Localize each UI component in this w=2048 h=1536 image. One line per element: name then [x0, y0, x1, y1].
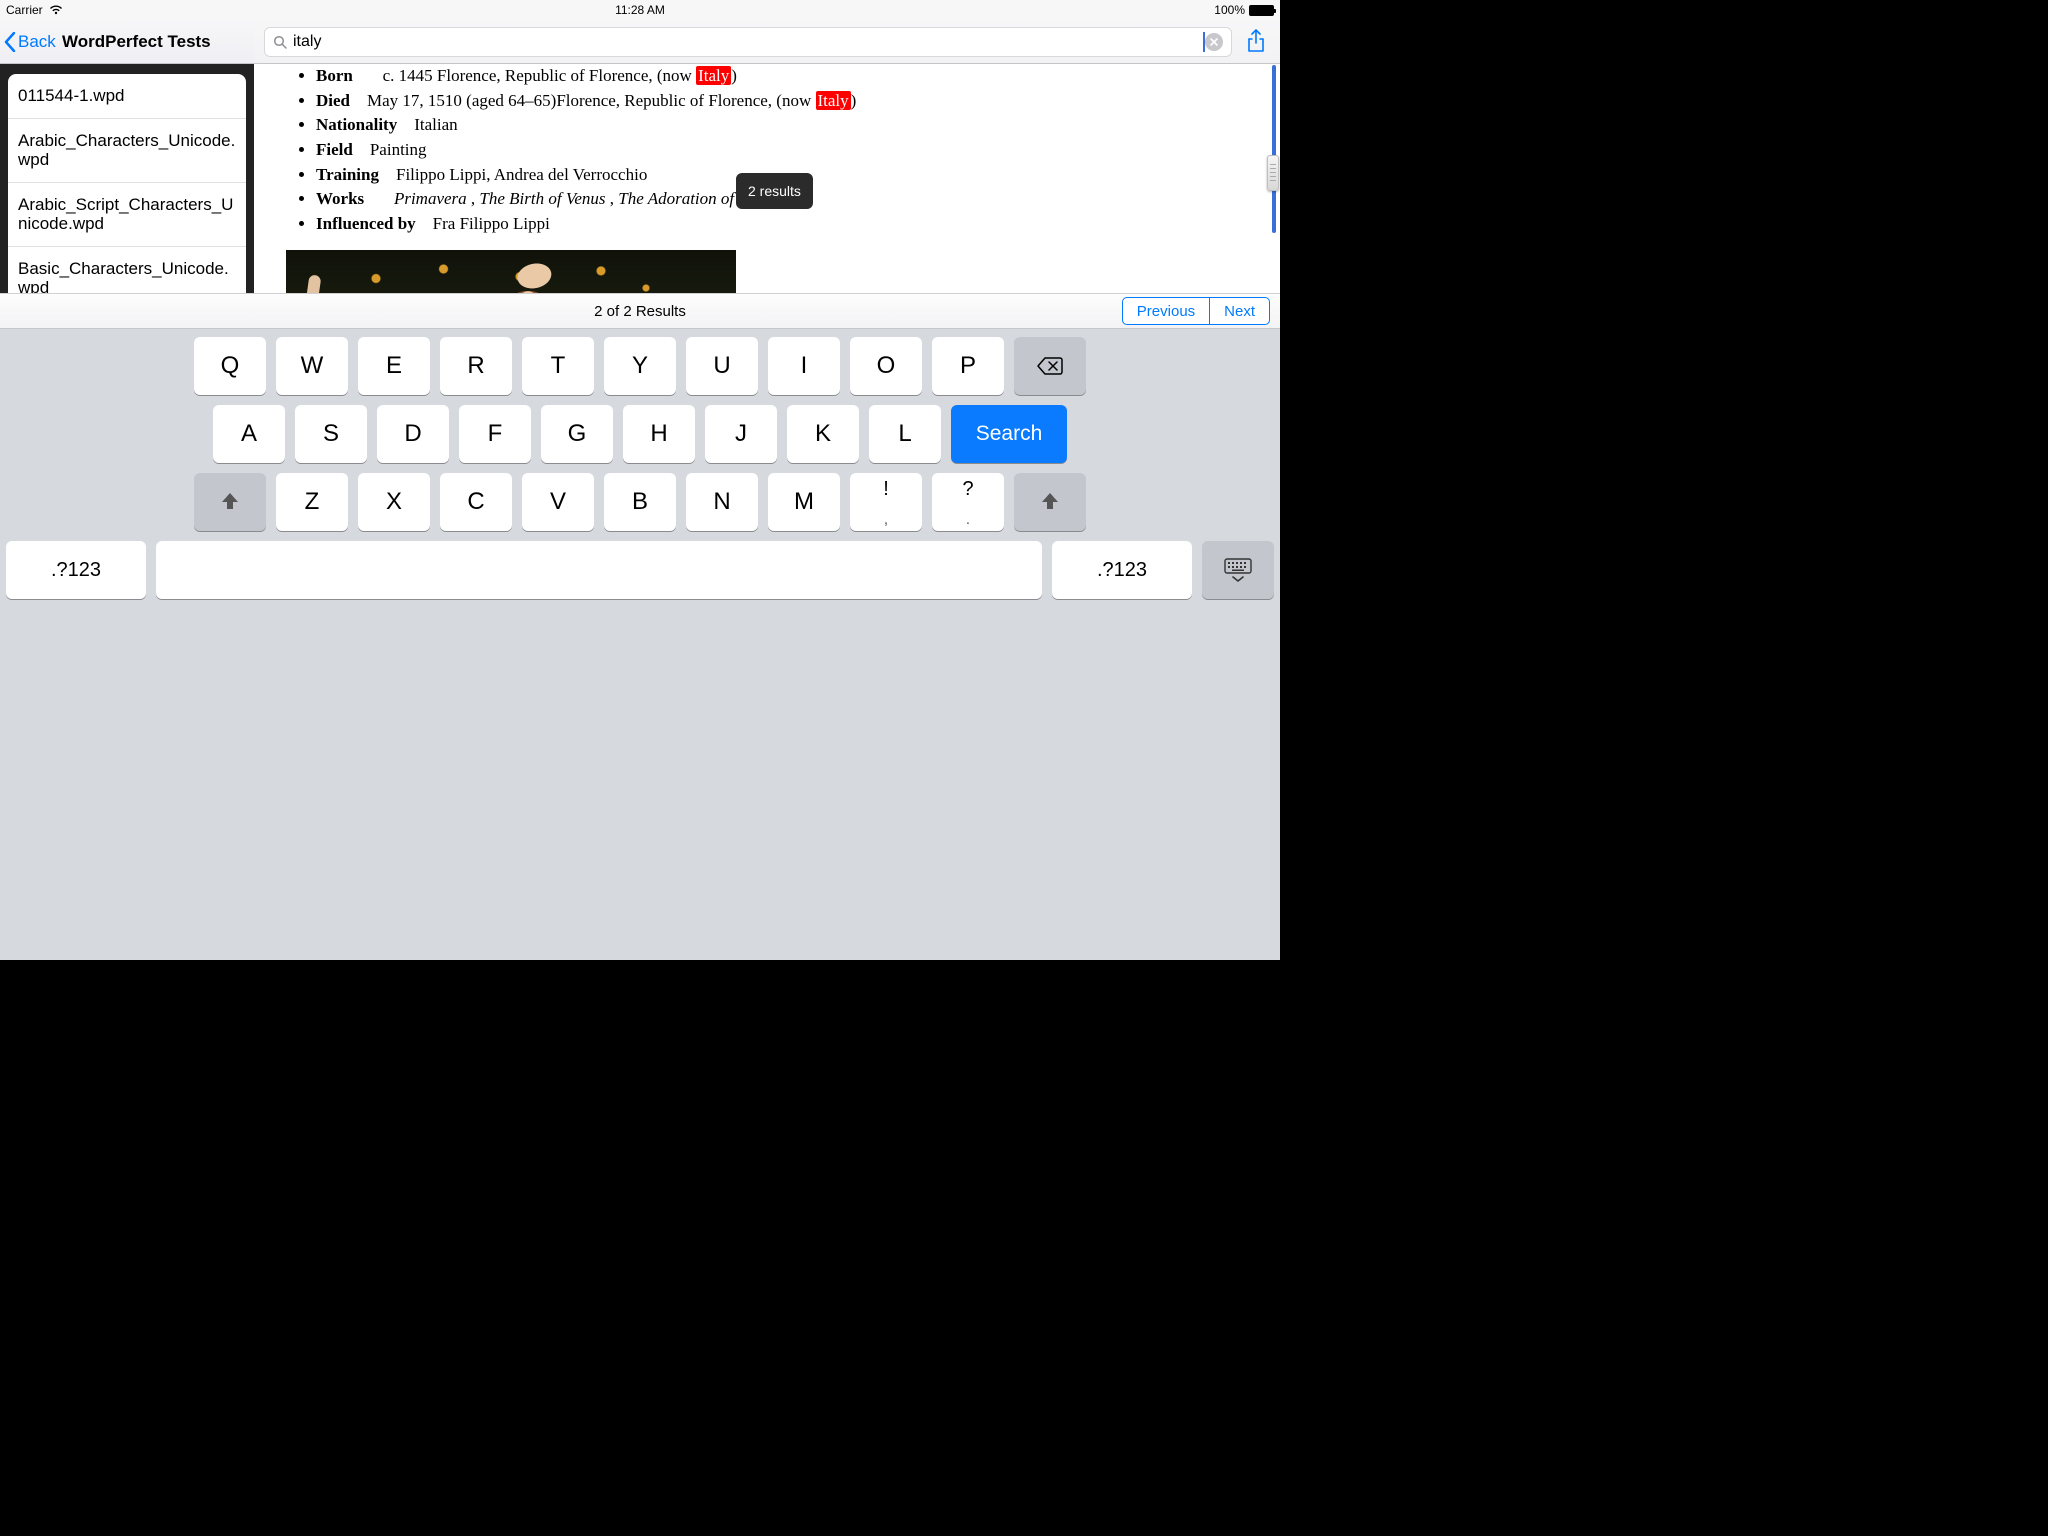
scroll-indicator — [1272, 65, 1276, 233]
key-number-toggle-right[interactable]: .?123 — [1052, 541, 1192, 599]
backspace-icon — [1036, 356, 1064, 376]
doc-line-died: Died May 17, 1510 (aged 64–65)Florence, … — [316, 89, 1262, 114]
key-z[interactable]: Z — [276, 473, 348, 531]
key-f[interactable]: F — [459, 405, 531, 463]
keyboard: Q W E R T Y U I O P A S D F G H J K L Se… — [0, 329, 1280, 960]
key-r[interactable]: R — [440, 337, 512, 395]
key-p[interactable]: P — [932, 337, 1004, 395]
key-u[interactable]: U — [686, 337, 758, 395]
key-b[interactable]: B — [604, 473, 676, 531]
shift-icon — [1039, 491, 1061, 513]
hide-keyboard-icon — [1223, 557, 1253, 583]
key-shift-left[interactable] — [194, 473, 266, 531]
clear-search-button[interactable] — [1205, 33, 1223, 51]
sidebar-nav: Back WordPerfect Tests — [0, 20, 254, 64]
chevron-left-icon — [4, 32, 16, 52]
list-item[interactable]: 011544-1.wpd — [8, 74, 246, 119]
key-c[interactable]: C — [440, 473, 512, 531]
find-count: 2 of 2 Results — [594, 303, 686, 320]
key-y[interactable]: Y — [604, 337, 676, 395]
find-bar: 2 of 2 Results Previous Next — [0, 293, 1280, 329]
key-period[interactable]: ?. — [932, 473, 1004, 531]
key-s[interactable]: S — [295, 405, 367, 463]
key-i[interactable]: I — [768, 337, 840, 395]
search-input[interactable] — [293, 33, 1205, 51]
find-previous-button[interactable]: Previous — [1122, 297, 1210, 325]
key-l[interactable]: L — [869, 405, 941, 463]
key-space[interactable] — [156, 541, 1042, 599]
key-h[interactable]: H — [623, 405, 695, 463]
key-m[interactable]: M — [768, 473, 840, 531]
find-next-button[interactable]: Next — [1210, 297, 1270, 325]
key-w[interactable]: W — [276, 337, 348, 395]
status-bar: Carrier 11:28 AM 100% — [0, 0, 1280, 20]
key-backspace[interactable] — [1014, 337, 1086, 395]
back-button[interactable]: Back — [4, 32, 56, 52]
doc-line-field: Field Painting — [316, 138, 1262, 163]
scroll-thumb[interactable] — [1267, 155, 1279, 191]
results-tooltip: 2 results — [736, 173, 813, 209]
list-item[interactable]: Arabic_Characters_Unicode.wpd — [8, 119, 246, 183]
doc-line-influenced: Influenced by Fra Filippo Lippi — [316, 212, 1262, 237]
share-button[interactable] — [1242, 28, 1270, 56]
search-highlight: Italy — [816, 91, 851, 110]
share-icon — [1245, 29, 1267, 55]
doc-line-nationality: Nationality Italian — [316, 113, 1262, 138]
search-icon — [273, 35, 287, 49]
key-j[interactable]: J — [705, 405, 777, 463]
key-shift-right[interactable] — [1014, 473, 1086, 531]
shift-icon — [219, 491, 241, 513]
x-icon — [1210, 38, 1218, 46]
key-x[interactable]: X — [358, 473, 430, 531]
key-n[interactable]: N — [686, 473, 758, 531]
search-highlight: Italy — [696, 66, 731, 85]
key-g[interactable]: G — [541, 405, 613, 463]
key-comma[interactable]: !, — [850, 473, 922, 531]
battery-percent: 100% — [1214, 3, 1245, 17]
back-label: Back — [18, 32, 56, 52]
doc-line-born: Born c. 1445 Florence, Republic of Flore… — [316, 64, 1262, 89]
key-t[interactable]: T — [522, 337, 594, 395]
key-e[interactable]: E — [358, 337, 430, 395]
key-number-toggle-left[interactable]: .?123 — [6, 541, 146, 599]
key-d[interactable]: D — [377, 405, 449, 463]
search-field[interactable] — [264, 27, 1232, 57]
key-q[interactable]: Q — [194, 337, 266, 395]
detail-toolbar — [254, 20, 1280, 64]
clock: 11:28 AM — [0, 3, 1280, 17]
key-k[interactable]: K — [787, 405, 859, 463]
list-item[interactable]: Arabic_Script_Characters_Unicode.wpd — [8, 183, 246, 247]
key-o[interactable]: O — [850, 337, 922, 395]
key-hide-keyboard[interactable] — [1202, 541, 1274, 599]
key-a[interactable]: A — [213, 405, 285, 463]
key-v[interactable]: V — [522, 473, 594, 531]
key-search[interactable]: Search — [951, 405, 1067, 463]
sidebar-title: WordPerfect Tests — [62, 32, 211, 52]
battery-icon — [1249, 5, 1274, 16]
